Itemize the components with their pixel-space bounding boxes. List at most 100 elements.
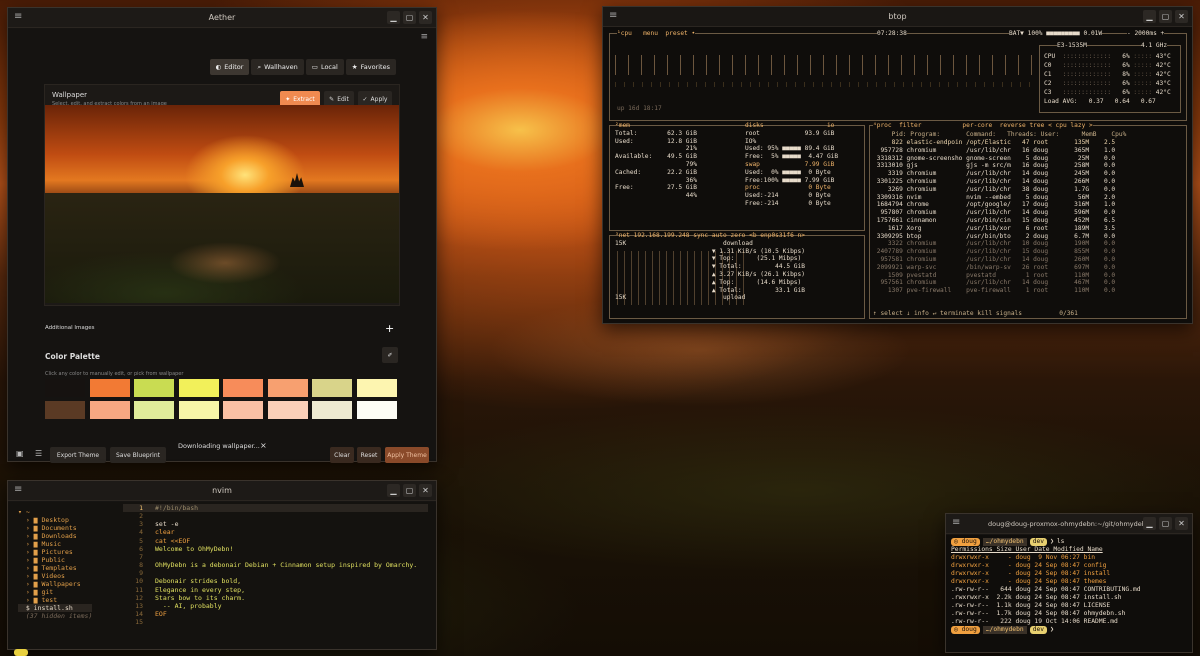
tree-folder[interactable]: › ▆ Desktop: [18, 516, 92, 524]
cpu-header[interactable]: ¹cpu menu preset •: [617, 30, 696, 37]
color-swatch[interactable]: [267, 379, 308, 397]
export-theme-button[interactable]: Export Theme: [50, 447, 106, 463]
code-line: 10 Debonair strides bold,: [135, 577, 242, 586]
minimize-button[interactable]: ▁: [387, 11, 400, 24]
tab-local[interactable]: ▭ Local: [305, 59, 344, 75]
code-editor[interactable]: 1 #!/bin/bash 2 3 set -e 4 clear 5 cat <<EOF 6 Wel…: [123, 504, 428, 626]
close-button[interactable]: ✕: [419, 484, 432, 497]
ls-row: .rw-rw-r-- 644 doug 24 Sep 08:47 CONTRIB…: [951, 586, 1141, 593]
maximize-button[interactable]: ▢: [1159, 517, 1172, 530]
color-swatch[interactable]: [89, 401, 130, 419]
maximize-button[interactable]: ▢: [1159, 10, 1172, 23]
maximize-button[interactable]: ▢: [403, 11, 416, 24]
cpu-freq: 4.1 GHz: [1141, 42, 1168, 49]
save-blueprint-button[interactable]: Save Blueprint: [110, 447, 166, 463]
proc-row: 957807 chromium /usr/lib/chr 14 doug 596…: [873, 209, 1116, 217]
palette-title: Color Palette: [45, 352, 100, 361]
terminal-body[interactable]: ◎ doug …/ohmydebn dev ❯ ls Permissions S…: [946, 535, 1192, 652]
color-swatch[interactable]: [356, 401, 397, 419]
tree-folder[interactable]: › ▆ git: [18, 588, 92, 596]
color-swatch[interactable]: [45, 401, 85, 419]
proc-row: 1684794 chrome /opt/google/ 17 doug 316M…: [873, 201, 1116, 209]
code-line: 8 OhMyDebn is a debonair Debian + Cinnamo…: [139, 561, 418, 570]
prompt-path: …/ohmydebn: [982, 626, 1027, 634]
minimize-button[interactable]: ▁: [1143, 517, 1156, 530]
code-line: 7: [139, 552, 143, 561]
aether-titlebar[interactable]: ≡ Aether ▁ ▢ ✕: [8, 8, 436, 28]
nvim-titlebar[interactable]: ≡ nvim ▁ ▢ ✕: [8, 481, 436, 501]
ls-row: .rw-rw-r-- 1.7k doug 24 Sep 08:47 ohmyde…: [951, 610, 1126, 617]
proc-row: 3313010 gjs gjs -m src/m 16 doug 258M 0.…: [873, 162, 1116, 170]
reset-button[interactable]: Reset: [357, 447, 381, 463]
close-button[interactable]: ✕: [1175, 517, 1188, 530]
color-swatch[interactable]: [312, 379, 352, 397]
menu-icon[interactable]: ≡: [420, 32, 428, 42]
tree-folder[interactable]: › ▆ Pictures: [18, 548, 92, 556]
disk-line: Used:-214 0 Byte: [745, 192, 831, 200]
tree-folder[interactable]: › ▆ test: [18, 596, 92, 604]
code-line: 5 cat <<EOF: [139, 536, 191, 545]
color-swatch[interactable]: [223, 379, 263, 397]
tree-folder[interactable]: › ▆ Videos: [18, 572, 92, 580]
code-line: 1 #!/bin/bash: [123, 504, 428, 513]
tab-editor[interactable]: ◐ Editor: [209, 59, 250, 75]
color-swatch[interactable]: [134, 379, 174, 397]
net-line: ³net 192.168.199.248 sync auto zero <b e…: [615, 232, 805, 239]
disk-line: disks io: [745, 122, 835, 129]
proc-row: 957728 chromium /usr/lib/chr 16 doug 365…: [873, 146, 1116, 154]
mem-line: Available: 49.5 GiB: [615, 153, 697, 161]
color-swatch[interactable]: [356, 379, 397, 397]
color-swatch[interactable]: [223, 401, 263, 419]
clear-button[interactable]: Clear: [330, 447, 354, 463]
list-icon[interactable]: ☰: [35, 449, 42, 458]
ls-row: drwxrwxr-x - doug 24 Sep 08:47 config: [951, 562, 1107, 569]
tree-folder[interactable]: › ▆ Documents: [18, 524, 92, 532]
file-tree: ▾ ~ › ▆ Desktop › ▆ Documents › ▆ Downlo…: [18, 508, 93, 620]
apply-theme-button[interactable]: Apply Theme: [385, 447, 429, 463]
hamburger-icon[interactable]: ≡: [14, 484, 22, 495]
tab-wallhaven[interactable]: ⌕ Wallhaven: [251, 59, 304, 75]
color-swatch[interactable]: [178, 401, 219, 419]
search-icon: ⌕: [257, 62, 262, 71]
minimize-button[interactable]: ▁: [387, 484, 400, 497]
wallpaper-preview[interactable]: [45, 105, 399, 303]
layout-icon[interactable]: ▣: [16, 449, 24, 458]
hamburger-icon[interactable]: ≡: [609, 10, 617, 21]
tree-folder[interactable]: › ▆ Templates: [18, 564, 92, 572]
proc-row: 2407789 chromium /usr/lib/chr 15 doug 85…: [873, 248, 1116, 256]
tree-root[interactable]: ▾ ~: [18, 508, 92, 516]
net-line: 15K download: [615, 239, 753, 247]
nvim-body: ▾ ~ › ▆ Desktop › ▆ Documents › ▆ Downlo…: [8, 502, 436, 656]
color-swatch[interactable]: [312, 401, 352, 419]
toast-close-button[interactable]: ×: [260, 441, 267, 450]
hamburger-icon[interactable]: ≡: [952, 517, 960, 528]
check-icon: ✓: [362, 95, 368, 103]
update-interval[interactable]: - 2000ms +: [1127, 30, 1165, 37]
proc-header[interactable]: ⁴proc filter per-core reverse tree < cpu…: [873, 122, 1093, 129]
color-swatch[interactable]: [178, 379, 219, 397]
color-swatch[interactable]: [89, 379, 130, 397]
code-line: 4 clear: [139, 528, 175, 537]
tree-file[interactable]: $ install.sh: [18, 604, 93, 612]
terminal-titlebar[interactable]: ≡ doug@doug-proxmox-ohmydebn:~/git/ohmyd…: [946, 514, 1192, 534]
additional-images-label: Additional Images: [45, 325, 95, 331]
add-image-button[interactable]: +: [385, 322, 394, 335]
tree-folder[interactable]: › ▆ Wallpapers: [18, 580, 92, 588]
color-swatch[interactable]: [45, 379, 85, 397]
btop-titlebar[interactable]: ≡ btop ▁ ▢ ✕: [603, 7, 1192, 27]
mode-indicator: [14, 649, 28, 656]
color-swatch[interactable]: [267, 401, 308, 419]
tree-folder[interactable]: › ▆ Music: [18, 540, 92, 548]
tree-folder[interactable]: › ▆ Public: [18, 556, 92, 564]
color-swatch[interactable]: [134, 401, 174, 419]
proc-footer[interactable]: ↑ select ↓ info ↵ terminate kill signals…: [873, 310, 1078, 317]
close-button[interactable]: ✕: [419, 11, 432, 24]
close-button[interactable]: ✕: [1175, 10, 1188, 23]
eyedropper-button[interactable]: ✐: [382, 347, 398, 363]
hamburger-icon[interactable]: ≡: [14, 11, 22, 22]
net-graph: [617, 251, 747, 305]
tree-folder[interactable]: › ▆ Downloads: [18, 532, 92, 540]
maximize-button[interactable]: ▢: [403, 484, 416, 497]
tab-favorites[interactable]: ★ Favorites: [345, 59, 396, 75]
minimize-button[interactable]: ▁: [1143, 10, 1156, 23]
